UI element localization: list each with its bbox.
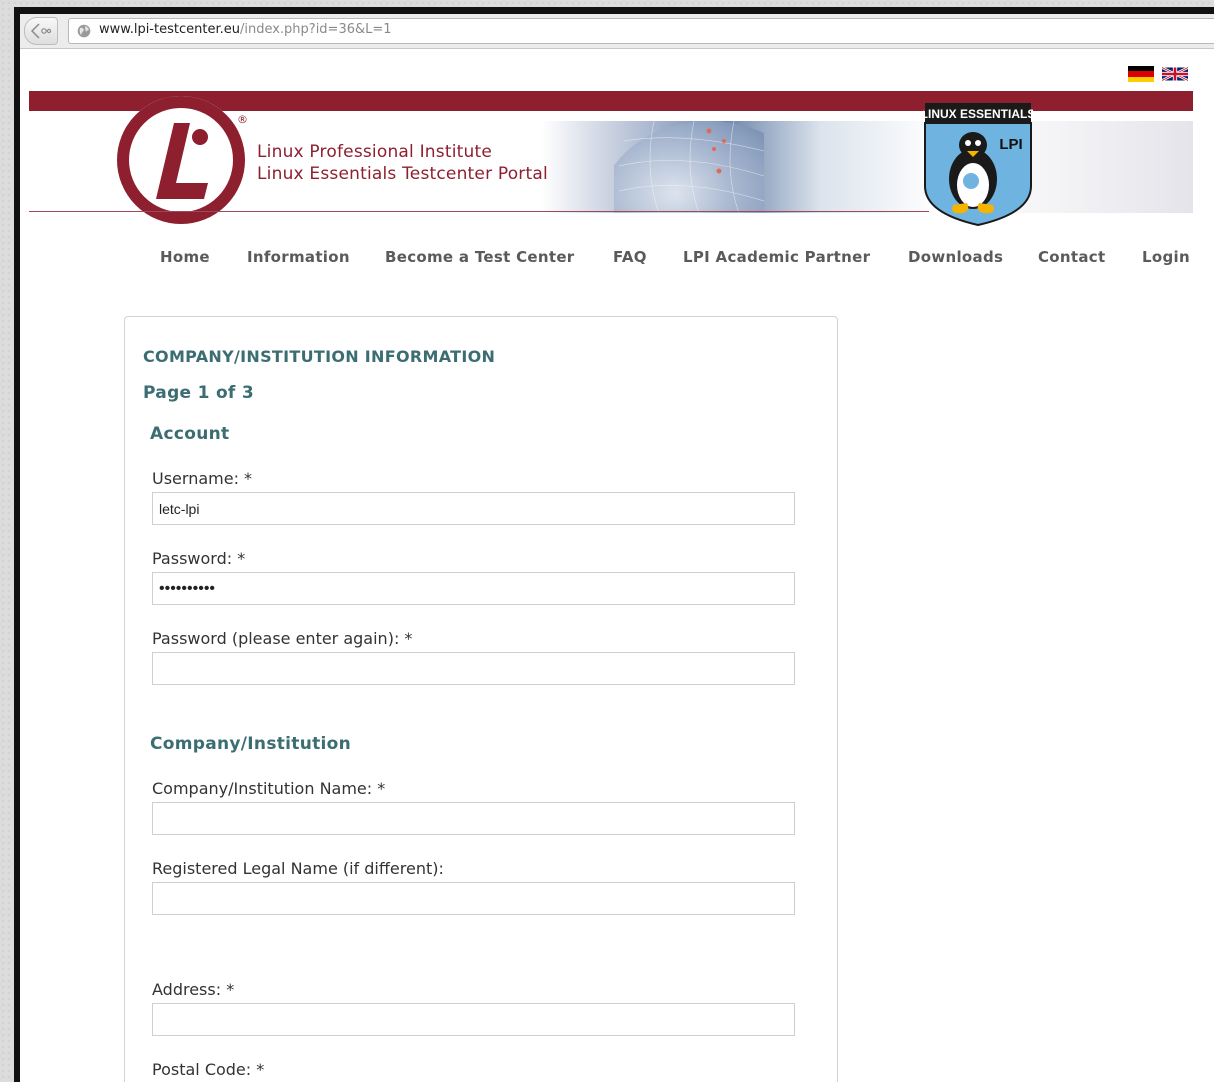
uk-flag-icon[interactable]	[1162, 66, 1188, 82]
url-domain: www.lpi-testcenter.eu	[99, 22, 240, 37]
username-field[interactable]	[152, 492, 795, 525]
page-indicator: Page 1 of 3	[143, 383, 254, 403]
lpi-logo-icon	[117, 96, 245, 224]
nav-contact[interactable]: Contact	[1038, 248, 1105, 266]
nav-academic-partner[interactable]: LPI Academic Partner	[683, 248, 870, 266]
badge-title: LINUX ESSENTIALS	[923, 107, 1033, 121]
url-input[interactable]: www.lpi-testcenter.eu/index.php?id=36&L=…	[68, 18, 1214, 44]
url-text: www.lpi-testcenter.eu/index.php?id=36&L=…	[99, 22, 392, 37]
legal-name-field[interactable]	[152, 882, 795, 915]
url-path: /index.php?id=36&L=1	[239, 22, 392, 37]
nav-downloads[interactable]: Downloads	[908, 248, 1003, 266]
main-nav: Home Information Become a Test Center FA…	[20, 248, 1214, 272]
company-name-field[interactable]	[152, 802, 795, 835]
world-globe-image	[614, 121, 764, 213]
password-again-field[interactable]	[152, 652, 795, 685]
company-name-label: Company/Institution Name: *	[152, 779, 386, 798]
nav-information[interactable]: Information	[247, 248, 350, 266]
account-heading: Account	[150, 424, 230, 444]
nav-login[interactable]: Login	[1142, 248, 1190, 266]
site-header: ® Linux Professional Institute Linux Ess…	[29, 91, 1193, 227]
badge-lpi: LPI	[999, 136, 1022, 153]
org-name: Linux Professional Institute	[257, 142, 492, 162]
nav-faq[interactable]: FAQ	[613, 248, 647, 266]
back-arrow-icon	[30, 23, 52, 39]
registered-mark: ®	[237, 113, 248, 126]
address-label: Address: *	[152, 980, 235, 999]
browser-window: www.lpi-testcenter.eu/index.php?id=36&L=…	[20, 14, 1214, 1082]
header-divider	[29, 211, 929, 212]
globe-icon	[77, 24, 91, 38]
legal-name-label: Registered Legal Name (if different):	[152, 859, 444, 878]
address-bar: www.lpi-testcenter.eu/index.php?id=36&L=…	[20, 14, 1214, 49]
address-field[interactable]	[152, 1003, 795, 1036]
postal-code-label: Postal Code: *	[152, 1060, 265, 1079]
linux-essentials-badge: LINUX ESSENTIALS LPI	[923, 103, 1033, 227]
german-flag-icon[interactable]	[1128, 66, 1154, 82]
nav-become-test-center[interactable]: Become a Test Center	[385, 248, 575, 266]
company-heading: Company/Institution	[150, 734, 352, 754]
password-field[interactable]	[152, 572, 795, 605]
back-button[interactable]	[24, 17, 58, 45]
nav-home[interactable]: Home	[160, 248, 210, 266]
password-label: Password: *	[152, 549, 246, 568]
form-section-title: COMPANY/INSTITUTION INFORMATION	[143, 347, 496, 366]
password-again-label: Password (please enter again): *	[152, 629, 413, 648]
portal-name: Linux Essentials Testcenter Portal	[257, 164, 548, 184]
username-label: Username: *	[152, 469, 253, 488]
registration-form: COMPANY/INSTITUTION INFORMATION Page 1 o…	[124, 316, 838, 1082]
